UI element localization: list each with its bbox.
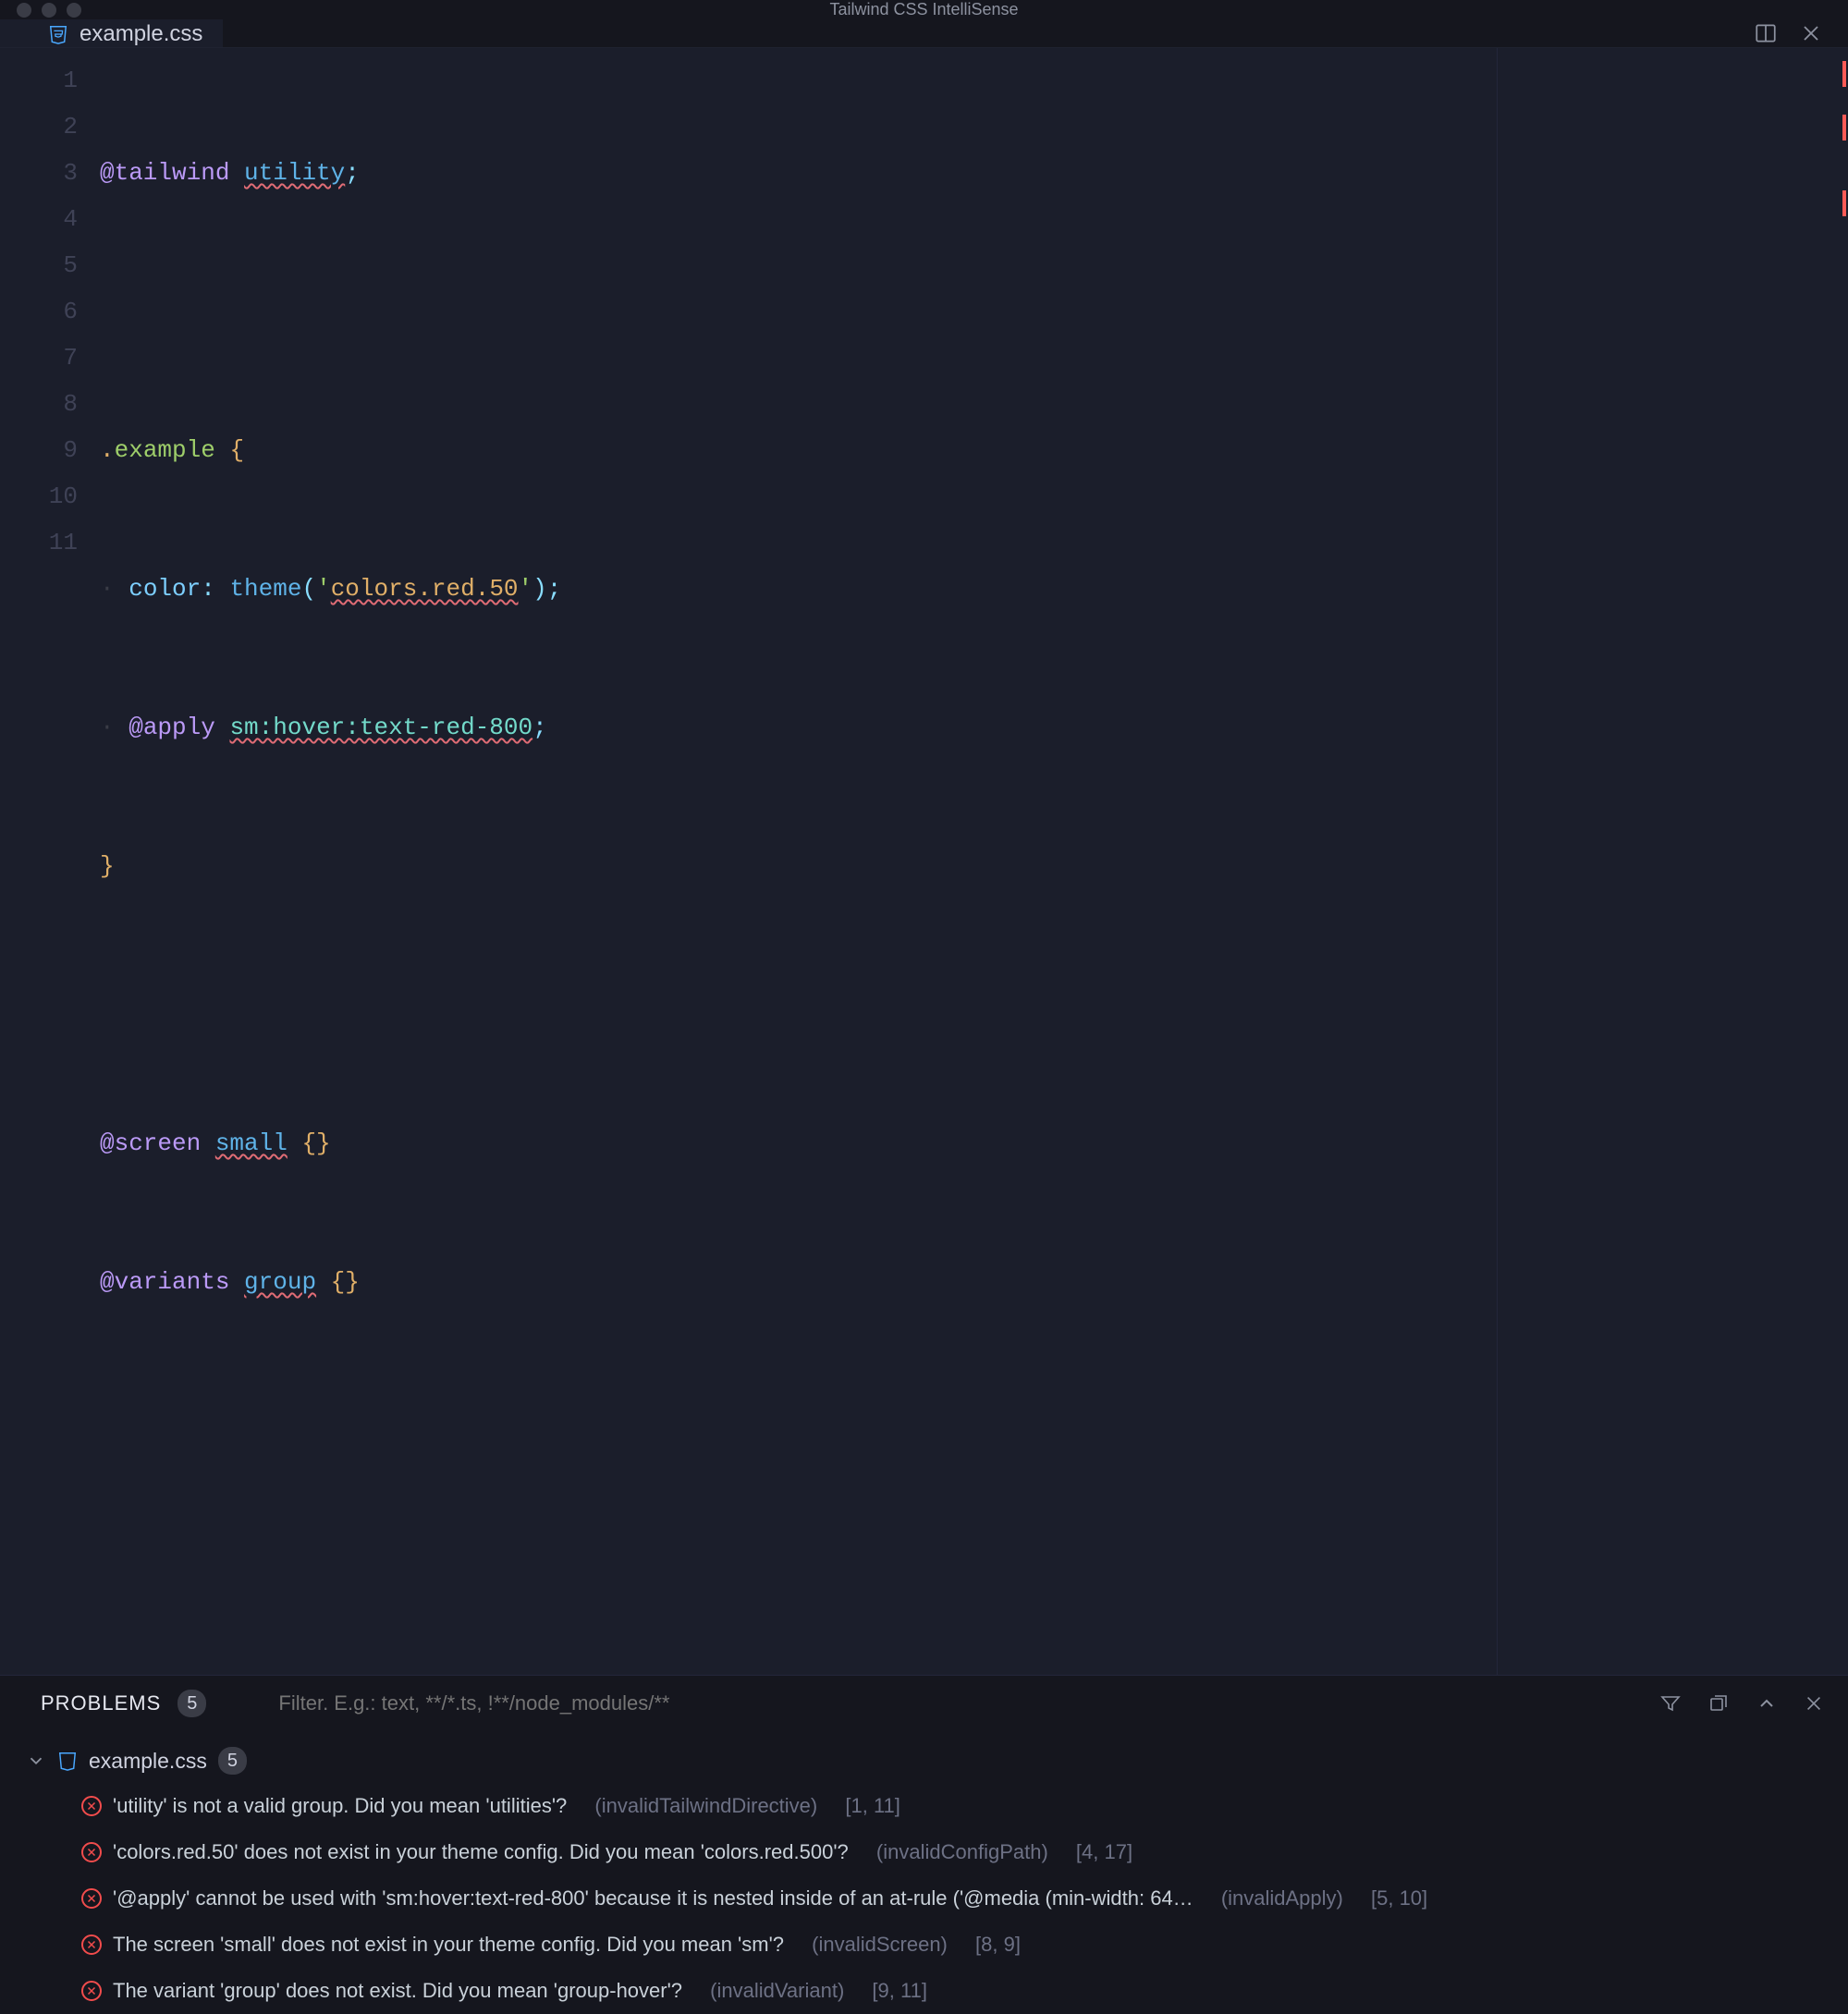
line-number: 3 bbox=[0, 150, 78, 196]
filter-icon[interactable] bbox=[1659, 1692, 1682, 1715]
split-editor-icon[interactable] bbox=[1754, 21, 1778, 45]
problem-code: (invalidTailwindDirective) bbox=[594, 1794, 817, 1818]
token-brace: } bbox=[100, 852, 115, 880]
token-quote: ' bbox=[316, 575, 331, 603]
token-semicolon: ; bbox=[547, 575, 562, 603]
problem-message: 'utility' is not a valid group. Did you … bbox=[113, 1794, 567, 1818]
problem-file-name: example.css bbox=[89, 1749, 207, 1774]
tab-example-css[interactable]: example.css bbox=[0, 19, 223, 47]
minimize-window[interactable] bbox=[42, 3, 56, 18]
problem-item[interactable]: The variant 'group' does not exist. Did … bbox=[26, 1968, 1848, 2014]
line-number: 4 bbox=[0, 196, 78, 242]
problems-panel: PROBLEMS 5 bbox=[0, 1675, 1848, 2014]
token-directive-value: utility bbox=[244, 159, 345, 187]
css-file-icon bbox=[57, 1751, 78, 1771]
code-editor[interactable]: 1 2 3 4 5 6 7 8 9 10 11 @tailwind utilit… bbox=[0, 48, 1848, 1675]
problem-message: '@apply' cannot be used with 'sm:hover:t… bbox=[113, 1886, 1193, 1910]
token-dot: . bbox=[100, 436, 115, 464]
token-selector: example bbox=[115, 436, 215, 464]
line-number: 9 bbox=[0, 427, 78, 473]
problem-item[interactable]: 'colors.red.50' does not exist in your t… bbox=[26, 1829, 1848, 1875]
token-at-rule: @tailwind bbox=[100, 159, 229, 187]
editor-actions bbox=[1754, 21, 1848, 45]
tab-filename: example.css bbox=[80, 21, 202, 47]
problem-message: The screen 'small' does not exist in you… bbox=[113, 1933, 784, 1957]
filter-wrap bbox=[278, 1691, 1643, 1715]
error-icon bbox=[81, 1842, 102, 1862]
problem-position: [9, 11] bbox=[872, 1979, 927, 2003]
line-number: 5 bbox=[0, 242, 78, 288]
problem-item[interactable]: 'utility' is not a valid group. Did you … bbox=[26, 1783, 1848, 1829]
error-icon bbox=[81, 1888, 102, 1909]
token-braces: {} bbox=[331, 1268, 360, 1296]
window-title: Tailwind CSS IntelliSense bbox=[829, 0, 1018, 19]
token-semicolon: ; bbox=[532, 714, 547, 741]
error-icon bbox=[81, 1935, 102, 1955]
problem-code: (invalidApply) bbox=[1221, 1886, 1343, 1910]
panel-title[interactable]: PROBLEMS bbox=[41, 1691, 161, 1715]
editor-window: Tailwind CSS IntelliSense example.css 1 … bbox=[0, 0, 1848, 1040]
problem-code: (invalidConfigPath) bbox=[876, 1840, 1048, 1864]
panel-header: PROBLEMS 5 bbox=[0, 1676, 1848, 1731]
token-brace: { bbox=[229, 436, 244, 464]
problem-position: [4, 17] bbox=[1076, 1840, 1132, 1864]
file-problem-count: 5 bbox=[218, 1747, 247, 1775]
line-number: 7 bbox=[0, 335, 78, 381]
token-string: colors.red.50 bbox=[331, 575, 519, 603]
window-controls bbox=[17, 3, 81, 18]
token-at-rule: @screen bbox=[100, 1129, 201, 1157]
token-semicolon: ; bbox=[345, 159, 360, 187]
problem-position: [5, 10] bbox=[1371, 1886, 1427, 1910]
token-property: color bbox=[129, 575, 201, 603]
problem-position: [1, 11] bbox=[845, 1794, 900, 1818]
collapse-all-icon[interactable] bbox=[1707, 1692, 1730, 1715]
panel-body: example.css 5 'utility' is not a valid g… bbox=[0, 1731, 1848, 2014]
token-paren: ( bbox=[301, 575, 316, 603]
minimap-error-marker[interactable] bbox=[1842, 115, 1846, 140]
close-panel-icon[interactable] bbox=[1804, 1693, 1824, 1714]
line-number: 1 bbox=[0, 57, 78, 104]
minimap-error-marker[interactable] bbox=[1842, 61, 1846, 87]
token-variant-name: group bbox=[244, 1268, 316, 1296]
token-quote: ' bbox=[519, 575, 533, 603]
problem-code: (invalidScreen) bbox=[812, 1933, 948, 1957]
token-class: sm:hover:text-red-800 bbox=[229, 714, 532, 741]
problem-file-group[interactable]: example.css 5 bbox=[26, 1739, 1848, 1783]
error-icon bbox=[81, 1796, 102, 1816]
problem-code: (invalidVariant) bbox=[710, 1979, 844, 2003]
css-file-icon bbox=[48, 24, 68, 44]
tabbar: example.css bbox=[0, 19, 1848, 48]
code-content[interactable]: @tailwind utility; .example { · color: t… bbox=[100, 48, 1497, 1675]
problem-message: The variant 'group' does not exist. Did … bbox=[113, 1979, 682, 2003]
token-paren: ) bbox=[532, 575, 547, 603]
token-at-rule: @variants bbox=[100, 1268, 229, 1296]
token-colon: : bbox=[201, 575, 229, 603]
zoom-window[interactable] bbox=[67, 3, 81, 18]
error-icon bbox=[81, 1981, 102, 2001]
token-function: theme bbox=[229, 575, 301, 603]
line-number: 10 bbox=[0, 473, 78, 519]
token-at-rule: @apply bbox=[129, 714, 215, 741]
minimap[interactable] bbox=[1497, 48, 1848, 1675]
token-screen-name: small bbox=[215, 1129, 288, 1157]
minimap-error-marker[interactable] bbox=[1842, 190, 1846, 216]
filter-input[interactable] bbox=[278, 1691, 1643, 1715]
problems-count-badge: 5 bbox=[177, 1690, 206, 1717]
panel-actions bbox=[1659, 1692, 1824, 1715]
line-number: 6 bbox=[0, 288, 78, 335]
token-braces: {} bbox=[301, 1129, 330, 1157]
chevron-down-icon[interactable] bbox=[26, 1751, 46, 1771]
chevron-up-icon[interactable] bbox=[1756, 1692, 1778, 1715]
problem-item[interactable]: The screen 'small' does not exist in you… bbox=[26, 1922, 1848, 1968]
line-number: 8 bbox=[0, 381, 78, 427]
line-number-gutter: 1 2 3 4 5 6 7 8 9 10 11 bbox=[0, 48, 100, 1675]
problem-message: 'colors.red.50' does not exist in your t… bbox=[113, 1840, 849, 1864]
problem-item[interactable]: '@apply' cannot be used with 'sm:hover:t… bbox=[26, 1875, 1848, 1922]
line-number: 2 bbox=[0, 104, 78, 150]
problem-position: [8, 9] bbox=[975, 1933, 1021, 1957]
titlebar: Tailwind CSS IntelliSense bbox=[0, 0, 1848, 19]
close-icon[interactable] bbox=[1800, 22, 1822, 44]
line-number: 11 bbox=[0, 519, 78, 566]
close-window[interactable] bbox=[17, 3, 31, 18]
